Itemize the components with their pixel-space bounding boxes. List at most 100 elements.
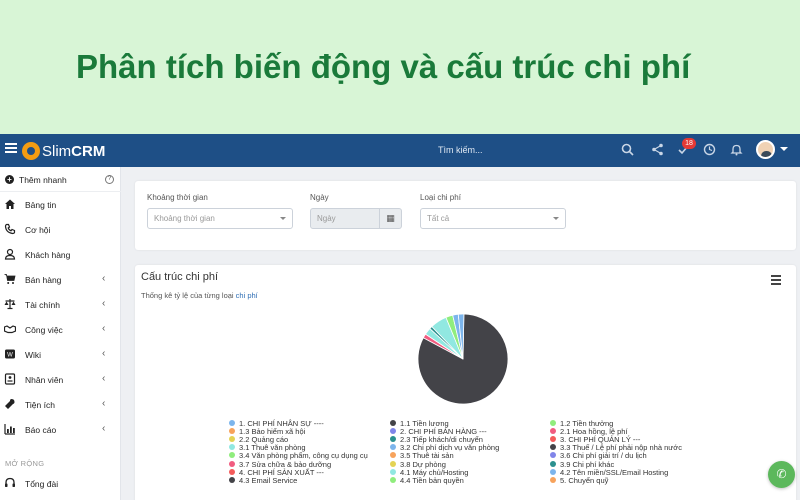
headset-icon: [4, 477, 16, 489]
legend-swatch: [390, 444, 396, 451]
legend-item[interactable]: 4.3 Email Service: [229, 476, 297, 485]
legend-swatch: [550, 460, 556, 467]
chevron-down-icon: [280, 217, 286, 220]
home-icon: [4, 198, 16, 210]
phone-call-button[interactable]: ✆: [768, 461, 795, 488]
legend-item[interactable]: 4.4 Tiền bản quyền: [390, 476, 464, 485]
sidebar-item-tai-chinh[interactable]: Tài chính ‹: [0, 292, 121, 317]
promo-banner: Phân tích biến động và cấu trúc chi phí: [0, 0, 800, 134]
legend-swatch: [390, 476, 396, 483]
date-filter-label: Ngày: [310, 193, 329, 202]
handshake-icon: [3, 323, 17, 335]
todo-count-badge: 18: [682, 138, 696, 149]
sidebar-item-label: Wiki: [25, 350, 42, 360]
chevron-down-icon: [553, 217, 559, 220]
top-navbar: SlimCRM Tìm kiếm... 18: [0, 134, 800, 167]
cost-type-filter-label: Loại chi phí: [420, 193, 461, 202]
legend-swatch: [390, 452, 396, 459]
bell-icon[interactable]: [729, 143, 743, 157]
scale-icon: [4, 298, 16, 310]
period-select[interactable]: Khoảng thời gian: [147, 208, 293, 229]
legend-swatch: [390, 420, 396, 426]
legend-swatch: [390, 428, 396, 435]
chevron-left-icon: ‹: [102, 298, 106, 309]
sidebar-item-label: Bảng tin: [25, 200, 57, 210]
calendar-icon[interactable]: ▦: [380, 208, 402, 229]
sidebar-item-nhan-vien[interactable]: Nhân viên ‹: [0, 367, 121, 392]
legend-swatch: [229, 444, 235, 451]
sidebar-section-label: MỞ RỘNG: [5, 459, 45, 468]
sidebar-item-label: Tổng đài: [25, 479, 59, 489]
app-logo[interactable]: SlimCRM: [22, 140, 105, 162]
wrench-icon: [4, 398, 16, 410]
help-icon[interactable]: ?: [105, 175, 114, 184]
sidebar-item-label: Khách hàng: [25, 250, 71, 260]
sidebar-item-ban-hang[interactable]: Bán hàng ‹: [0, 267, 121, 292]
svg-text:W: W: [7, 353, 13, 359]
sidebar-item-tong-dai[interactable]: Tổng đài: [0, 471, 121, 496]
legend-swatch: [390, 436, 396, 443]
legend-swatch: [550, 428, 556, 435]
legend-swatch: [229, 476, 235, 483]
cart-icon: [4, 273, 16, 285]
plus-icon: +: [5, 175, 14, 184]
cost-structure-chart-card: Cấu trúc chi phí Thống kê tỷ lệ của từng…: [135, 265, 796, 500]
chart-menu-icon[interactable]: [771, 275, 781, 287]
legend-swatch: [390, 460, 396, 467]
user-avatar[interactable]: [756, 140, 775, 159]
clock-icon[interactable]: [702, 143, 716, 157]
wiki-icon: W: [4, 348, 16, 360]
legend-swatch: [229, 436, 235, 443]
legend-swatch: [229, 452, 235, 459]
share-icon[interactable]: [650, 143, 664, 157]
pie-chart: [417, 313, 509, 405]
filter-panel: Khoảng thời gian Khoảng thời gian Ngày N…: [135, 181, 796, 250]
legend-swatch: [229, 468, 235, 475]
chevron-left-icon: ‹: [102, 348, 106, 359]
sidebar-item-label: Báo cáo: [25, 425, 57, 435]
banner-title: Phân tích biến động và cấu trúc chi phí: [76, 48, 691, 85]
hamburger-menu-icon[interactable]: [5, 143, 17, 154]
gear-logo-icon: [22, 142, 40, 160]
sidebar-item-co-hoi[interactable]: Cơ hội: [0, 217, 121, 242]
legend-swatch: [390, 468, 396, 475]
chevron-down-icon[interactable]: [780, 147, 788, 151]
sidebar-item-label: Nhân viên: [25, 375, 64, 385]
sidebar-item-khach-hang[interactable]: Khách hàng: [0, 242, 121, 267]
sidebar-item-tien-ich[interactable]: Tiện ích ‹: [0, 392, 121, 417]
user-icon: [4, 248, 16, 260]
chevron-left-icon: ‹: [102, 423, 106, 434]
logo-text: SlimCRM: [42, 142, 106, 160]
sidebar-item-label: Tiện ích: [25, 400, 55, 410]
chart-title: Cấu trúc chi phí: [141, 271, 219, 283]
legend-label: 5. Chuyển quỹ: [560, 475, 609, 485]
period-filter-label: Khoảng thời gian: [147, 193, 208, 202]
legend-swatch: [550, 468, 556, 475]
sidebar-item-cong-viec[interactable]: Công việc ‹: [0, 317, 121, 342]
sidebar-item-wiki[interactable]: W Wiki ‹: [0, 342, 121, 367]
legend-item[interactable]: 5. Chuyển quỹ: [550, 476, 608, 485]
chevron-left-icon: ‹: [102, 273, 106, 284]
legend-swatch: [550, 476, 556, 483]
id-card-icon: [4, 373, 16, 385]
legend-label: 4.3 Email Service: [239, 475, 298, 485]
sidebar-item-label: Cơ hội: [25, 225, 51, 235]
legend-swatch: [550, 420, 556, 426]
legend-swatch: [550, 452, 556, 459]
legend-swatch: [550, 444, 556, 451]
sidebar: + Thêm nhanh ? Bảng tin Cơ hội Khách hàng B…: [0, 167, 121, 500]
search-icon[interactable]: [620, 143, 634, 157]
legend-swatch: [229, 460, 235, 467]
cost-type-select[interactable]: Tất cả: [420, 208, 566, 229]
legend-swatch: [229, 420, 235, 426]
quick-add-button[interactable]: + Thêm nhanh ?: [0, 167, 121, 192]
phone-icon: [4, 223, 16, 235]
legend-label: 4.4 Tiền bản quyền: [400, 475, 464, 485]
sidebar-item-label: Bán hàng: [25, 275, 62, 285]
search-input[interactable]: Tìm kiếm...: [438, 145, 483, 155]
sidebar-item-bang-tin[interactable]: Bảng tin: [0, 192, 121, 217]
chevron-left-icon: ‹: [102, 398, 106, 409]
sidebar-item-bao-cao[interactable]: Báo cáo ‹: [0, 417, 121, 442]
date-input[interactable]: Ngày: [310, 208, 380, 229]
crm-app: SlimCRM Tìm kiếm... 18 + Thêm nhanh ? Bả…: [0, 134, 800, 500]
